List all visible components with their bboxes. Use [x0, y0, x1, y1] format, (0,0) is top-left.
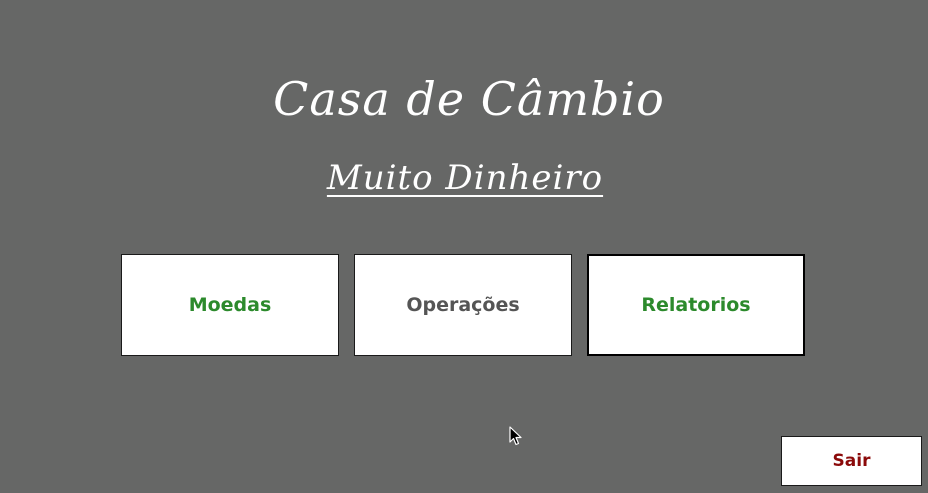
sair-button[interactable]: Sair	[781, 436, 922, 486]
app-subtitle: Muito Dinheiro	[0, 154, 928, 202]
moedas-button[interactable]: Moedas	[121, 254, 339, 356]
operacoes-button[interactable]: Operações	[354, 254, 572, 356]
relatorios-button[interactable]: Relatorios	[587, 254, 805, 356]
app-title: Casa de Câmbio	[273, 72, 665, 126]
subtitle-text: Muito Dinheiro	[326, 158, 604, 198]
mouse-pointer-icon	[509, 426, 522, 446]
